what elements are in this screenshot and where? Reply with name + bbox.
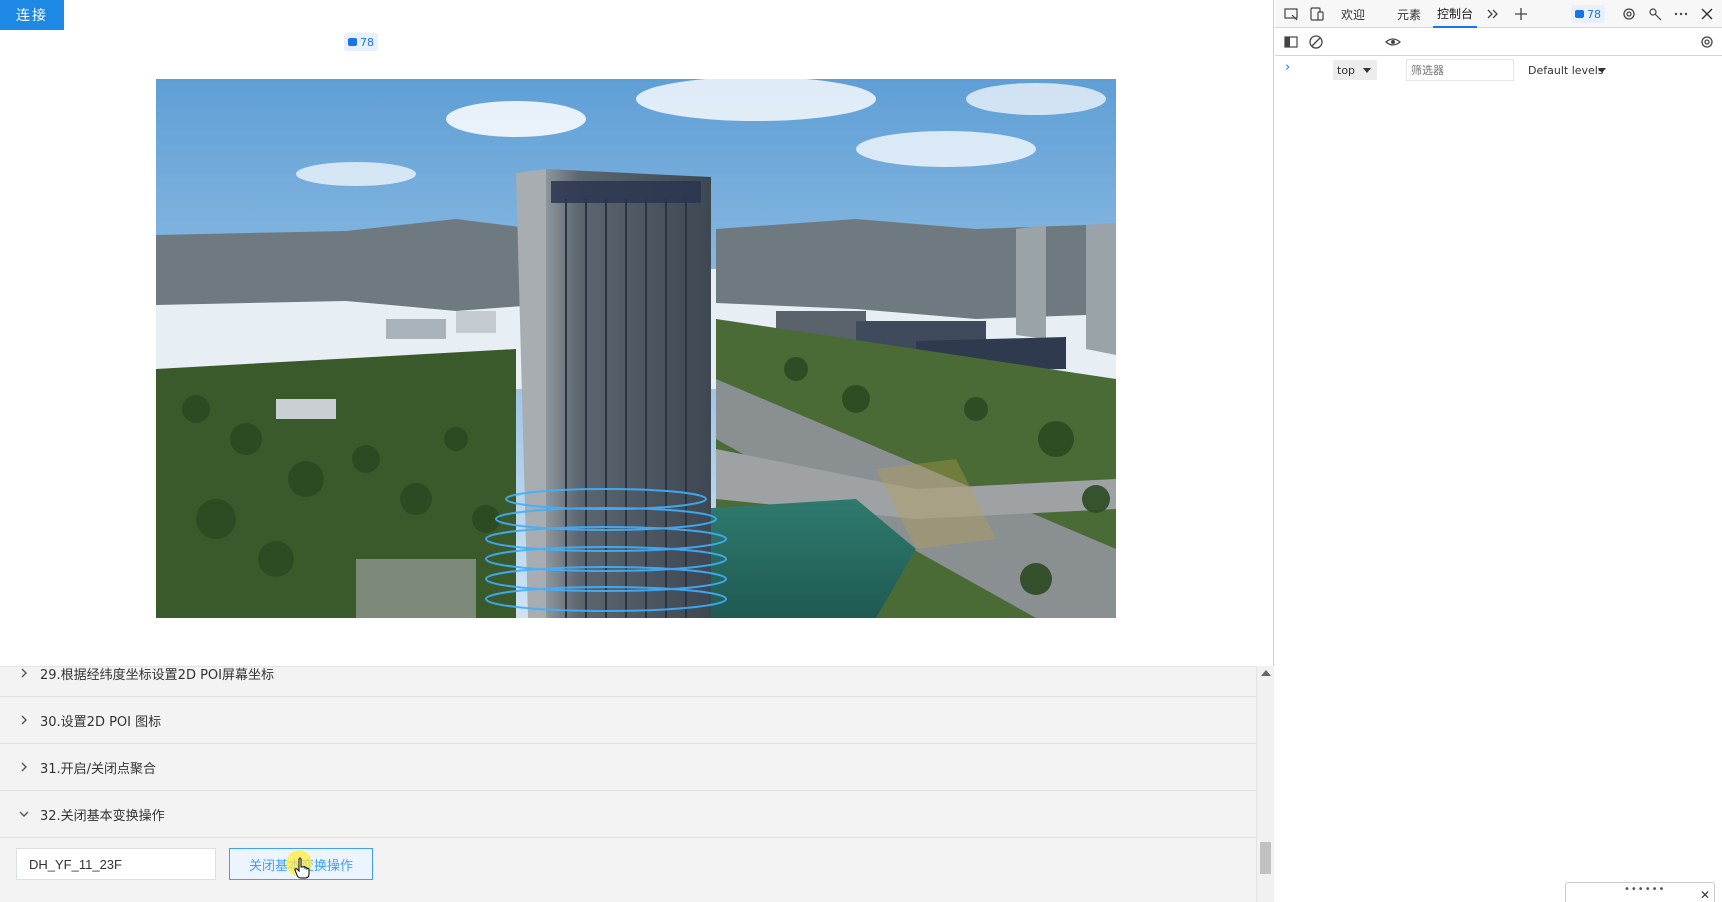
devtools-panel: 欢迎 元素 控制台 78 top Default levels 78 [344,0,1722,902]
3d-scene-viewport[interactable] [156,79,1116,618]
context-select[interactable]: top [1333,60,1377,80]
scroll-thumb[interactable] [1260,842,1271,874]
tab-elements[interactable]: 元素 [1397,0,1421,28]
devtools-tabbar: 欢迎 元素 控制台 78 [1275,0,1722,28]
settings-gear-icon[interactable] [1621,6,1637,22]
chevron-right-icon [18,714,30,726]
app-page: 连接 29.根据经纬度坐标设置2D POI屏幕坐标 30.设置2D POI 图标… [0,0,1274,902]
messages-count: 78 [1587,7,1601,21]
drawer-close-icon[interactable]: ✕ [1700,888,1710,902]
accordion-item-label: 29.根据经纬度坐标设置2D POI屏幕坐标 [40,667,274,683]
dropdown-arrow-icon [1598,68,1606,73]
live-expression-eye-icon[interactable] [1385,34,1401,50]
console-toolbar: top Default levels 78 [344,28,1722,81]
connect-button[interactable]: 连接 [0,0,64,30]
accordion-scrollbar[interactable] [1256,666,1274,902]
node-id-input[interactable] [16,848,216,880]
drawer-grip[interactable]: •••••• [1624,884,1665,895]
accordion-item-30[interactable]: 30.设置2D POI 图标 [0,697,1256,744]
scene-image [156,79,1116,618]
scroll-up-arrow-icon[interactable] [1261,670,1271,676]
tab-welcome[interactable]: 欢迎 [1341,0,1365,28]
accordion-item-label: 30.设置2D POI 图标 [40,714,162,730]
device-emulation-icon[interactable] [1309,6,1325,22]
accordion-item-label: 32.关闭基本变换操作 [40,808,165,824]
context-value: top [1337,63,1356,77]
dropdown-arrow-icon [1363,68,1371,73]
messages-badge[interactable]: 78 [1571,5,1605,23]
issues-count: 78 [360,35,374,49]
log-levels-label: Default levels [1528,63,1604,77]
message-icon [1575,10,1584,18]
issues-badge[interactable]: 78 [344,33,378,51]
inspect-element-icon[interactable] [1283,6,1299,22]
close-devtools-icon[interactable] [1699,6,1715,22]
chevron-right-icon [18,667,30,679]
more-tabs-icon[interactable] [1485,6,1501,22]
add-tab-icon[interactable] [1513,6,1529,22]
accordion-item-31[interactable]: 31.开启/关闭点聚合 [0,744,1256,791]
chevron-right-icon [18,761,30,773]
console-filter-input[interactable] [1406,59,1514,81]
message-icon [348,38,357,46]
log-levels-select[interactable]: Default levels [1524,60,1612,80]
accordion-item-29[interactable]: 29.根据经纬度坐标设置2D POI屏幕坐标 [0,667,1256,697]
devtools-drawer-tab[interactable]: •••••• ✕ [1565,882,1715,902]
console-prompt[interactable]: › [1285,60,1290,75]
sidebar-toggle-icon[interactable] [1283,34,1299,50]
accordion-item-32[interactable]: 32.关闭基本变换操作 [0,791,1256,838]
console-settings-gear-icon[interactable] [1699,34,1715,50]
tab-console[interactable]: 控制台 [1433,0,1478,28]
chevron-down-icon [18,808,30,820]
hand-cursor-icon [294,857,310,879]
clear-console-icon[interactable] [1308,34,1324,50]
more-options-icon[interactable] [1673,6,1689,22]
accordion-item-label: 31.开启/关闭点聚合 [40,761,157,777]
customize-icon[interactable] [1647,6,1663,22]
